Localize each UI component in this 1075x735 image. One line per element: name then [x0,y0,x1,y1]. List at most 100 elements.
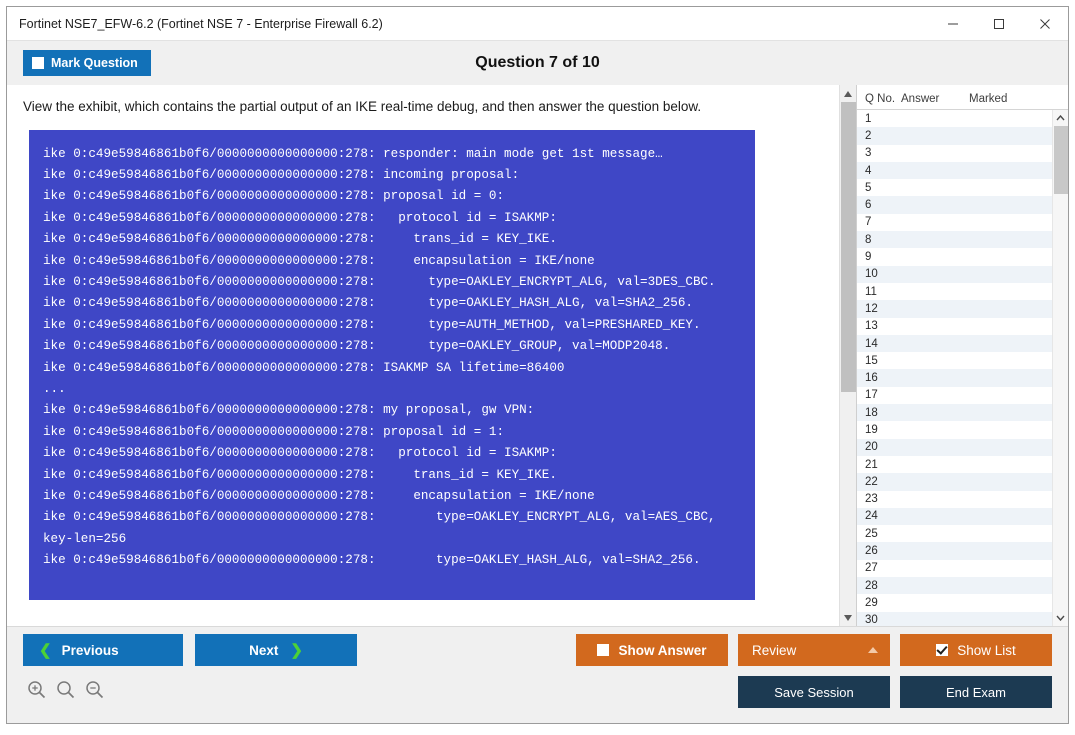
row-question-number: 14 [857,338,901,350]
exhibit-line: ike 0:c49e59846861b0f6/0000000000000000:… [29,229,755,250]
row-question-number: 26 [857,545,901,557]
question-list-body: 1234567891011121314151617181920212223242… [857,109,1068,626]
scroll-down-arrow-icon[interactable] [840,609,857,626]
list-scroll-down-arrow-icon[interactable] [1053,610,1069,626]
exhibit-line: ike 0:c49e59846861b0f6/0000000000000000:… [29,165,755,186]
next-button[interactable]: Next ❯ [195,634,357,666]
table-row[interactable]: 6 [857,196,1052,213]
row-question-number: 9 [857,251,901,263]
minimize-icon[interactable] [930,7,976,40]
row-question-number: 1 [857,113,901,125]
question-content-panel: View the exhibit, which contains the par… [7,85,839,626]
footer-primary-row: ❮ Previous Next ❯ Show Answer Review [7,634,1068,666]
row-question-number: 27 [857,562,901,574]
table-row[interactable]: 21 [857,456,1052,473]
close-icon[interactable] [1022,7,1068,40]
list-scrollbar-track[interactable] [1053,126,1069,610]
content-scrollbar[interactable] [839,85,856,626]
mark-question-checkbox-icon[interactable] [32,57,44,69]
row-question-number: 2 [857,130,901,142]
table-row[interactable]: 24 [857,508,1052,525]
previous-button[interactable]: ❮ Previous [23,634,183,666]
table-row[interactable]: 5 [857,179,1052,196]
row-question-number: 8 [857,234,901,246]
show-list-checkbox-icon[interactable] [936,644,948,656]
exhibit-line: ... [29,379,755,400]
show-answer-button[interactable]: Show Answer [576,634,728,666]
question-list-panel: Q No. Answer Marked 12345678910111213141… [856,85,1068,626]
table-row[interactable]: 17 [857,387,1052,404]
table-row[interactable]: 9 [857,248,1052,265]
list-scrollbar-thumb[interactable] [1054,126,1068,194]
chevron-right-icon: ❯ [290,641,303,659]
column-header-marked: Marked [969,93,1029,105]
table-row[interactable]: 13 [857,318,1052,335]
chevron-left-icon: ❮ [39,641,52,659]
exhibit-line: ike 0:c49e59846861b0f6/0000000000000000:… [29,358,755,379]
table-row[interactable]: 4 [857,162,1052,179]
row-question-number: 6 [857,199,901,211]
content-scrollbar-thumb[interactable] [841,102,856,392]
chevron-up-icon [868,647,878,653]
table-row[interactable]: 14 [857,335,1052,352]
exhibit-line: ike 0:c49e59846861b0f6/0000000000000000:… [29,293,755,314]
show-answer-checkbox-icon[interactable] [597,644,609,656]
question-list-rows: 1234567891011121314151617181920212223242… [857,110,1052,626]
review-dropdown-button[interactable]: Review [738,634,890,666]
row-question-number: 18 [857,407,901,419]
exhibit-line: ike 0:c49e59846861b0f6/0000000000000000:… [29,315,755,336]
mark-question-label: Mark Question [51,56,138,70]
table-row[interactable]: 28 [857,577,1052,594]
exhibit-line: ike 0:c49e59846861b0f6/0000000000000000:… [29,251,755,272]
row-question-number: 11 [857,286,901,298]
mark-question-button[interactable]: Mark Question [23,50,151,76]
row-question-number: 15 [857,355,901,367]
table-row[interactable]: 30 [857,612,1052,626]
show-list-button[interactable]: Show List [900,634,1052,666]
table-row[interactable]: 20 [857,439,1052,456]
row-question-number: 29 [857,597,901,609]
zoom-controls [27,680,104,704]
table-row[interactable]: 18 [857,404,1052,421]
table-row[interactable]: 8 [857,231,1052,248]
row-question-number: 13 [857,320,901,332]
row-question-number: 21 [857,459,901,471]
table-row[interactable]: 12 [857,300,1052,317]
question-stem-text: View the exhibit, which contains the par… [7,85,839,116]
row-question-number: 30 [857,614,901,626]
zoom-in-icon[interactable] [27,680,46,704]
exhibit-line: ike 0:c49e59846861b0f6/0000000000000000:… [29,550,755,571]
row-question-number: 22 [857,476,901,488]
table-row[interactable]: 7 [857,214,1052,231]
row-question-number: 25 [857,528,901,540]
table-row[interactable]: 10 [857,266,1052,283]
question-list-scrollbar[interactable] [1052,110,1068,626]
table-row[interactable]: 27 [857,560,1052,577]
content-scrollbar-track[interactable] [840,102,857,609]
window-frame: Fortinet NSE7_EFW-6.2 (Fortinet NSE 7 - … [6,6,1069,724]
table-row[interactable]: 22 [857,473,1052,490]
scroll-up-arrow-icon[interactable] [840,85,857,102]
row-question-number: 16 [857,372,901,384]
list-scroll-up-arrow-icon[interactable] [1053,110,1069,126]
zoom-reset-icon[interactable] [56,680,75,704]
row-question-number: 24 [857,510,901,522]
save-session-button[interactable]: Save Session [738,676,890,708]
table-row[interactable]: 25 [857,525,1052,542]
maximize-icon[interactable] [976,7,1022,40]
table-row[interactable]: 23 [857,491,1052,508]
table-row[interactable]: 29 [857,594,1052,611]
exhibit-line: ike 0:c49e59846861b0f6/0000000000000000:… [29,507,755,528]
end-exam-button[interactable]: End Exam [900,676,1052,708]
row-question-number: 12 [857,303,901,315]
table-row[interactable]: 15 [857,352,1052,369]
table-row[interactable]: 16 [857,369,1052,386]
table-row[interactable]: 26 [857,542,1052,559]
save-session-label: Save Session [774,685,854,700]
table-row[interactable]: 19 [857,421,1052,438]
table-row[interactable]: 3 [857,145,1052,162]
zoom-out-icon[interactable] [85,680,104,704]
table-row[interactable]: 11 [857,283,1052,300]
table-row[interactable]: 1 [857,110,1052,127]
table-row[interactable]: 2 [857,127,1052,144]
